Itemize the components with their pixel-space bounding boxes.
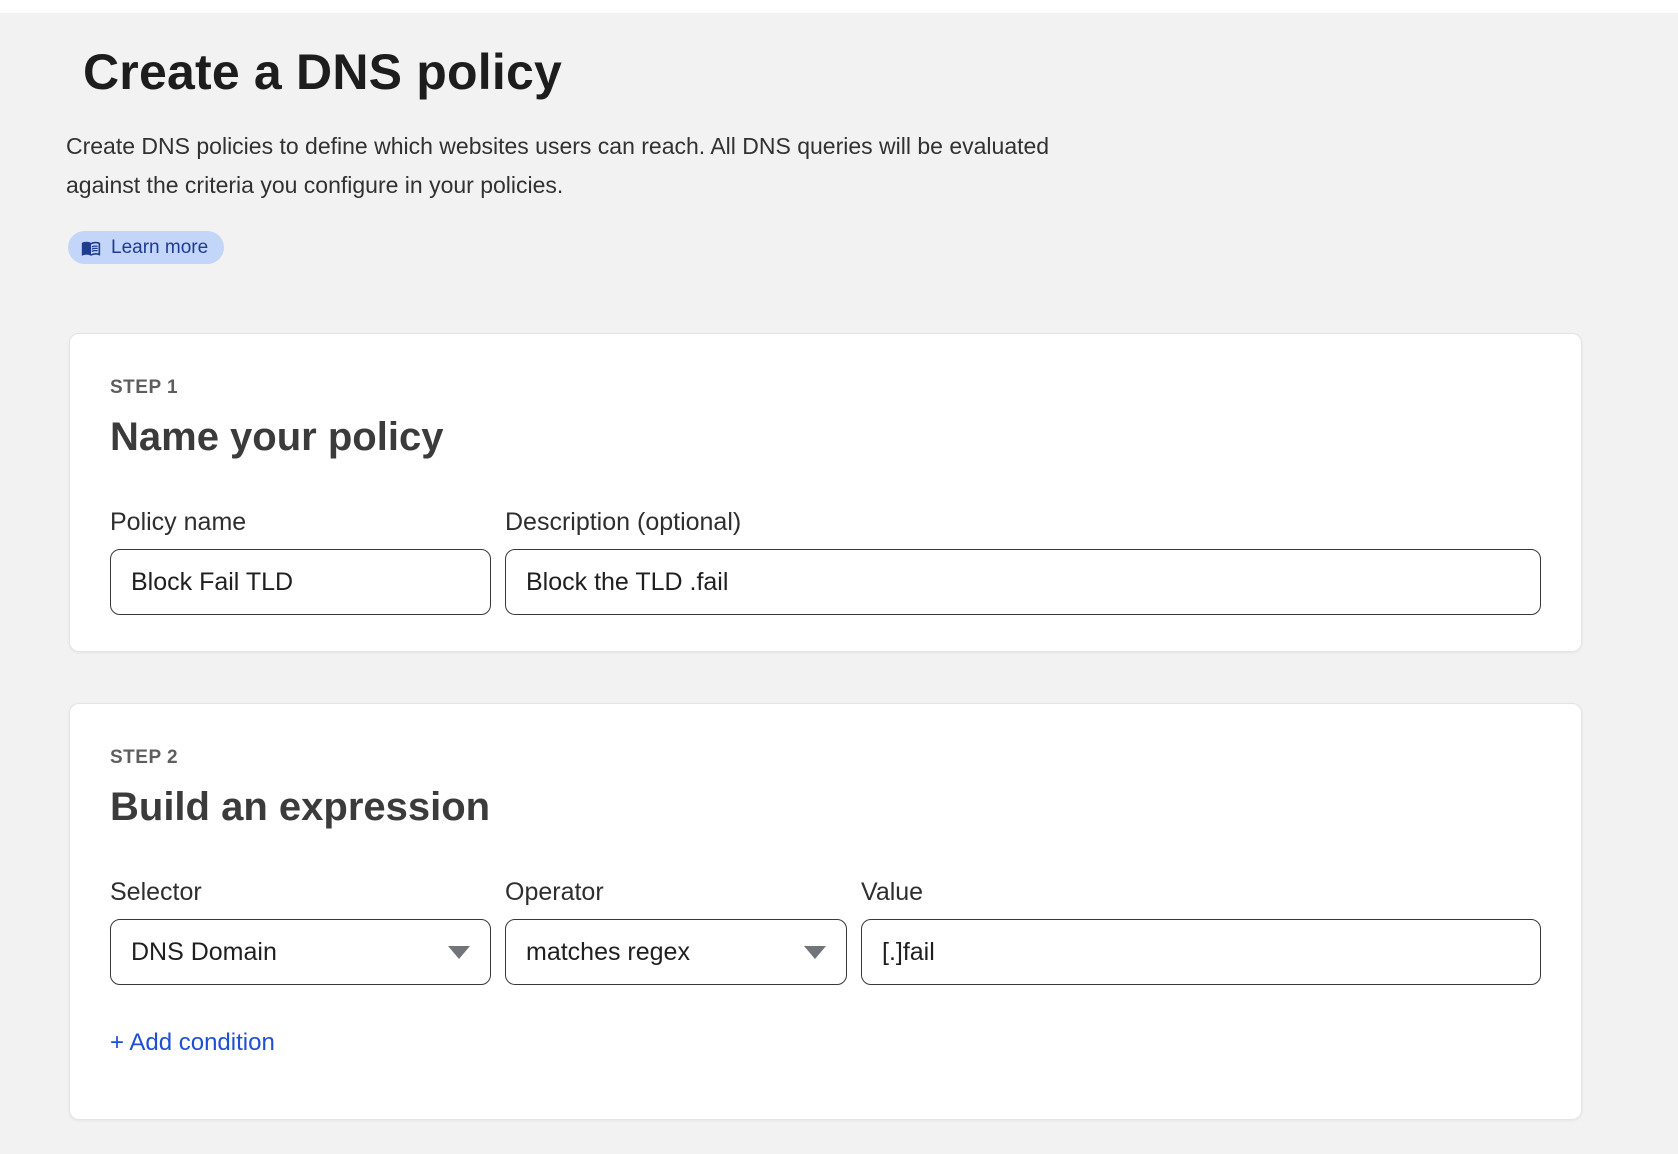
value-input[interactable] [861, 919, 1541, 985]
selector-dropdown[interactable]: DNS Domain [110, 919, 491, 985]
step1-label: STEP 1 [110, 377, 1541, 399]
policy-description-field: Description (optional) [505, 508, 1541, 615]
page-description-line-1: Create DNS policies to define which webs… [66, 127, 1678, 166]
policy-name-input[interactable] [110, 549, 491, 615]
step2-card: STEP 2 Build an expression Selector DNS … [69, 703, 1582, 1120]
value-label: Value [861, 878, 1541, 906]
value-field: Value [861, 878, 1541, 985]
page-description: Create DNS policies to define which webs… [66, 127, 1678, 205]
selector-dropdown-value: DNS Domain [131, 938, 277, 967]
caret-down-icon [804, 946, 826, 959]
caret-down-icon [448, 946, 470, 959]
learn-more-label: Learn more [111, 237, 208, 259]
policy-name-field: Policy name [110, 508, 491, 615]
selector-label: Selector [110, 878, 491, 906]
selector-field: Selector DNS Domain [110, 878, 491, 985]
policy-description-input[interactable] [505, 549, 1541, 615]
step1-heading: Name your policy [110, 413, 1541, 461]
policy-description-label: Description (optional) [505, 508, 1541, 536]
book-icon [81, 238, 101, 258]
policy-name-label: Policy name [110, 508, 491, 536]
operator-field: Operator matches regex [505, 878, 847, 985]
page-description-line-2: against the criteria you configure in yo… [66, 166, 1678, 205]
learn-more-button[interactable]: Learn more [68, 231, 224, 264]
add-condition-link[interactable]: + Add condition [110, 1029, 275, 1057]
step1-card: STEP 1 Name your policy Policy name Desc… [69, 333, 1582, 652]
operator-label: Operator [505, 878, 847, 906]
operator-dropdown[interactable]: matches regex [505, 919, 847, 985]
page-title: Create a DNS policy [83, 42, 1678, 102]
step2-label: STEP 2 [110, 747, 1541, 769]
operator-dropdown-value: matches regex [526, 938, 690, 967]
step2-heading: Build an expression [110, 783, 1541, 831]
top-white-strip [0, 0, 1678, 13]
